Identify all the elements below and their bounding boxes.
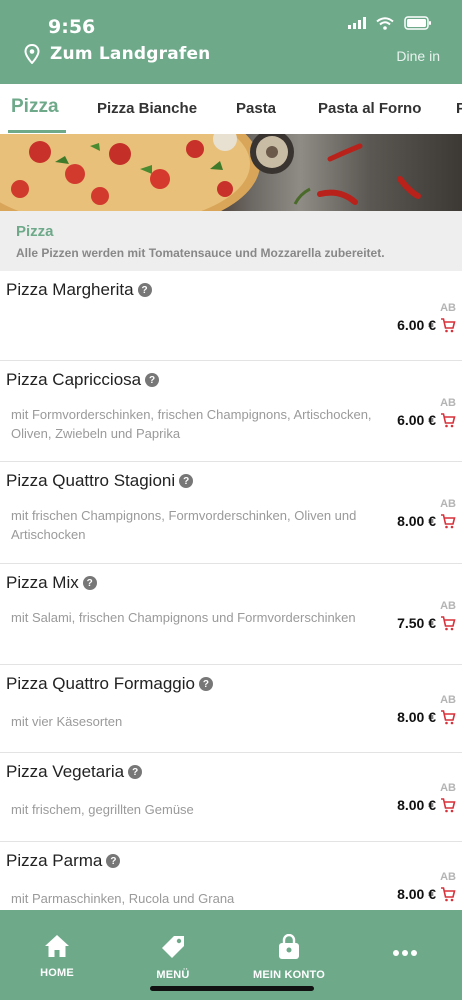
wifi-icon (376, 16, 394, 30)
section-title: Pizza (16, 223, 54, 240)
price-prefix: AB (440, 871, 456, 883)
location-selector[interactable]: Zum Landgrafen (24, 44, 211, 64)
info-icon[interactable]: ? (137, 283, 152, 297)
section-header: Pizza Alle Pizzen werden mit Tomatensauc… (0, 211, 462, 271)
category-tabs: Pizza Pizza Bianche Pasta Pasta al Forno… (0, 84, 462, 134)
price-prefix: AB (440, 397, 456, 409)
menu-item-price: 6.00 € (397, 412, 436, 428)
menu-item-name: Pizza Quattro Stagioni (6, 471, 176, 490)
nav-more[interactable] (360, 944, 450, 966)
battery-icon (404, 16, 431, 30)
menu-item-description: mit frischem, gegrillten Gemüse (11, 802, 194, 817)
home-icon (45, 935, 69, 957)
menu-item[interactable]: Pizza Mix ? mit Salami, frischen Champig… (0, 564, 462, 665)
menu-item[interactable]: Pizza Quattro Stagioni ? mit frischen Ch… (0, 462, 462, 564)
shopping-bag-icon (279, 933, 299, 959)
category-banner-image (0, 134, 462, 211)
menu-item-name: Pizza Mix (6, 573, 79, 592)
menu-item-name: Pizza Vegetaria (6, 762, 125, 781)
info-icon[interactable]: ? (179, 474, 194, 488)
tab-pasta[interactable]: Pasta (236, 100, 276, 117)
nav-home-label: HOME (40, 967, 74, 979)
menu-item-price: 8.00 € (397, 709, 436, 725)
price-prefix: AB (440, 694, 456, 706)
home-indicator (150, 986, 314, 991)
menu-item-price: 6.00 € (397, 317, 436, 333)
menu-item[interactable]: Pizza Quattro Formaggio ? mit vier Käses… (0, 665, 462, 753)
active-tab-indicator (8, 130, 66, 133)
menu-item-description: mit vier Käsesorten (11, 714, 123, 729)
menu-item[interactable]: Pizza Vegetaria ? mit frischem, gegrillt… (0, 753, 462, 842)
map-pin-icon (24, 44, 40, 64)
nav-account[interactable]: MEIN KONTO (244, 933, 334, 981)
info-icon[interactable]: ? (145, 373, 160, 387)
more-dots-icon (393, 950, 417, 956)
tag-icon (162, 936, 184, 958)
status-time: 9:56 (48, 16, 96, 38)
menu-item-price: 8.00 € (397, 513, 436, 529)
add-to-cart-icon[interactable] (440, 616, 456, 631)
nav-account-label: MEIN KONTO (252, 969, 326, 981)
add-to-cart-icon[interactable] (440, 413, 456, 428)
menu-item-name: Pizza Capricciosa (6, 370, 142, 389)
price-prefix: AB (440, 302, 456, 314)
menu-item-name: Pizza Parma (6, 851, 103, 870)
nav-menu-label: MENÜ (156, 969, 190, 981)
menu-item[interactable]: Pizza Margherita ? AB 6.00 € (0, 271, 462, 361)
add-to-cart-icon[interactable] (440, 798, 456, 813)
nav-home[interactable]: HOME (12, 934, 102, 979)
dine-in-mode[interactable]: Dine in (396, 48, 440, 64)
menu-item-price: 8.00 € (397, 797, 436, 813)
menu-item-description: mit Formvorderschinken, frischen Champig… (11, 407, 372, 441)
add-to-cart-icon[interactable] (440, 887, 456, 902)
menu-item-description: mit Salami, frischen Champignons und For… (11, 610, 356, 625)
add-to-cart-icon[interactable] (440, 514, 456, 529)
tab-pizza-bianche[interactable]: Pizza Bianche (97, 100, 197, 117)
menu-item-description: mit Parmaschinken, Rucola und Grana (11, 891, 235, 906)
menu-item-name: Pizza Margherita (6, 280, 134, 299)
nav-menu[interactable]: MENÜ (128, 934, 218, 981)
info-icon[interactable]: ? (82, 576, 97, 590)
app-header: 9:56 Zum Landgrafen Dine in (0, 0, 462, 84)
info-icon[interactable]: ? (128, 765, 143, 779)
add-to-cart-icon[interactable] (440, 710, 456, 725)
price-prefix: AB (440, 600, 456, 612)
menu-item-price: 7.50 € (397, 615, 436, 631)
menu-item-description: mit frischen Champignons, Formvorderschi… (11, 508, 357, 542)
tab-next-partial[interactable]: P (456, 100, 462, 117)
section-subtitle: Alle Pizzen werden mit Tomatensauce und … (16, 246, 385, 260)
status-icons (348, 16, 432, 30)
price-prefix: AB (440, 498, 456, 510)
info-icon[interactable]: ? (106, 854, 121, 868)
menu-item-list: Pizza Margherita ? AB 6.00 € Pizza Capri… (0, 271, 462, 931)
menu-item-name: Pizza Quattro Formaggio (6, 674, 195, 693)
tab-pizza[interactable]: Pizza (11, 96, 59, 118)
signal-icon (348, 17, 366, 29)
menu-item-price: 8.00 € (397, 886, 436, 902)
add-to-cart-icon[interactable] (440, 318, 456, 333)
menu-item[interactable]: Pizza Capricciosa ? mit Formvorderschink… (0, 361, 462, 462)
price-prefix: AB (440, 782, 456, 794)
location-name: Zum Landgrafen (50, 44, 211, 64)
tab-pasta-al-forno[interactable]: Pasta al Forno (318, 100, 421, 117)
info-icon[interactable]: ? (198, 677, 213, 691)
